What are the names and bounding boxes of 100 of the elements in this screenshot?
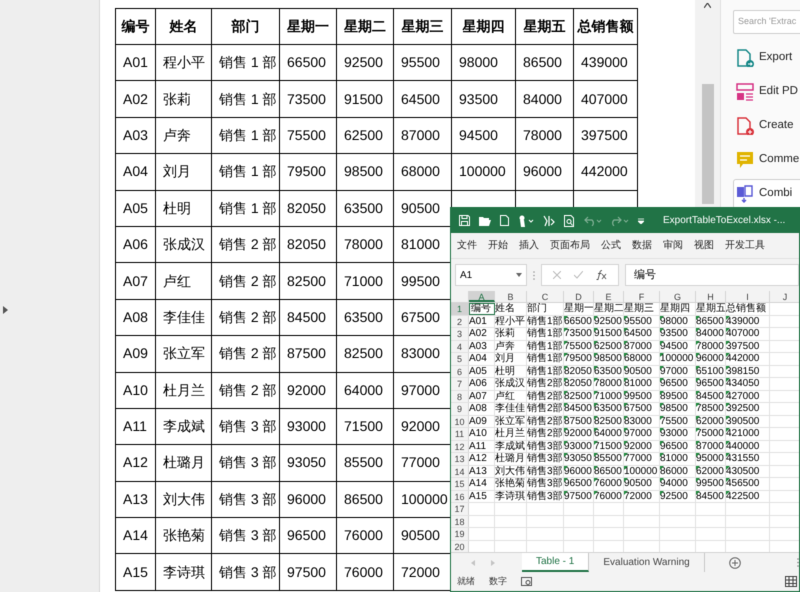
table-cell[interactable]: 98000 — [660, 316, 696, 327]
table-cell[interactable]: 62000 — [696, 416, 726, 427]
warning-triangle-icon[interactable] — [594, 428, 598, 432]
menu-item[interactable]: 插入 — [519, 238, 539, 253]
menu-item[interactable]: 公式 — [601, 238, 621, 253]
table-cell[interactable]: A05 — [469, 366, 495, 377]
warning-triangle-icon[interactable] — [726, 366, 730, 370]
row-header[interactable]: 4 — [451, 340, 469, 352]
warning-triangle-icon[interactable] — [726, 416, 730, 420]
warning-triangle-icon[interactable] — [696, 366, 700, 370]
table-cell[interactable]: 96500 — [696, 378, 726, 390]
table-cell[interactable]: 81000 — [660, 453, 696, 464]
column-header[interactable]: C — [527, 291, 564, 302]
table-cell[interactable]: A10 — [469, 428, 495, 440]
table-cell[interactable]: 62000 — [696, 466, 726, 477]
warning-triangle-icon[interactable] — [696, 403, 700, 407]
warning-triangle-icon[interactable] — [696, 390, 700, 394]
table-cell[interactable]: 456500 — [726, 478, 770, 490]
warning-triangle-icon[interactable] — [594, 390, 598, 394]
column-header[interactable]: A — [469, 291, 495, 302]
row-header[interactable]: 2 — [451, 316, 469, 327]
table-cell[interactable]: 84000 — [696, 328, 726, 340]
table-cell[interactable]: 68000 — [624, 353, 660, 364]
table-cell[interactable]: 82500 — [564, 390, 594, 402]
table-cell[interactable]: 63500 — [594, 366, 624, 377]
menu-item[interactable]: 页面布局 — [550, 238, 590, 253]
warning-triangle-icon[interactable] — [594, 316, 598, 320]
warning-triangle-icon[interactable] — [696, 466, 700, 470]
table-cell[interactable]: A12 — [469, 453, 495, 464]
tool-item[interactable]: Combi — [733, 179, 800, 209]
warning-triangle-icon[interactable] — [726, 478, 730, 482]
table-cell[interactable]: 93500 — [660, 328, 696, 340]
row-header[interactable]: 6 — [451, 366, 469, 377]
warning-triangle-icon[interactable] — [660, 390, 664, 394]
warning-triangle-icon[interactable] — [726, 490, 730, 494]
warning-triangle-icon[interactable] — [696, 428, 700, 432]
table-cell[interactable]: A13 — [469, 466, 495, 477]
table-cell[interactable]: 92500 — [660, 490, 696, 502]
row-header[interactable]: 20 — [451, 540, 469, 552]
warning-triangle-icon[interactable] — [660, 328, 664, 332]
warning-triangle-icon[interactable] — [660, 466, 664, 470]
table-cell[interactable]: 姓名 — [495, 303, 527, 314]
function-icon[interactable] — [596, 270, 608, 280]
row-header[interactable]: 17 — [451, 503, 469, 514]
scrollbar-thumb[interactable] — [702, 84, 714, 204]
table-cell[interactable]: 78000 — [696, 340, 726, 352]
table-cell[interactable]: 86500 — [696, 316, 726, 327]
warning-triangle-icon[interactable] — [726, 378, 730, 382]
table-cell[interactable]: 98500 — [660, 403, 696, 414]
table-cell[interactable]: A02 — [469, 328, 495, 340]
warning-triangle-icon[interactable] — [660, 366, 664, 370]
table-cell[interactable]: 75000 — [696, 428, 726, 440]
menu-item[interactable]: 数据 — [632, 238, 652, 253]
tool-item[interactable]: Create — [733, 111, 800, 141]
table-cell[interactable]: 82500 — [594, 416, 624, 427]
column-header[interactable]: J — [770, 291, 799, 302]
folder-icon[interactable] — [479, 216, 491, 226]
table-cell[interactable]: 92000 — [624, 440, 660, 452]
warning-triangle-icon[interactable] — [624, 440, 628, 444]
table-cell[interactable]: A09 — [469, 416, 495, 427]
table-cell[interactable]: 75500 — [660, 416, 696, 427]
table-cell[interactable]: 89500 — [660, 390, 696, 402]
table-cell[interactable]: 434050 — [726, 378, 770, 390]
tool-item[interactable]: Comme — [733, 145, 800, 175]
table-cell[interactable]: 78000 — [594, 378, 624, 390]
warning-triangle-icon[interactable] — [696, 478, 700, 482]
warning-triangle-icon[interactable] — [660, 403, 664, 407]
warning-triangle-icon[interactable] — [660, 490, 664, 494]
table-cell[interactable]: 87000 — [624, 340, 660, 352]
warning-triangle-icon[interactable] — [564, 440, 568, 444]
table-cell[interactable]: 75500 — [564, 340, 594, 352]
table-cell[interactable]: 86000 — [660, 466, 696, 477]
table-cell[interactable]: 431550 — [726, 453, 770, 464]
warning-triangle-icon[interactable] — [564, 428, 568, 432]
table-cell[interactable]: 100000 — [624, 466, 660, 477]
table-cell[interactable]: 79500 — [564, 353, 594, 364]
table-cell[interactable]: 张艳菊 — [495, 478, 527, 490]
warning-triangle-icon[interactable] — [594, 378, 598, 382]
warning-triangle-icon[interactable] — [696, 453, 700, 457]
row-header[interactable]: 15 — [451, 478, 469, 490]
row-header[interactable]: 8 — [451, 390, 469, 402]
warning-triangle-icon[interactable] — [660, 353, 664, 357]
table-cell[interactable]: 427000 — [726, 390, 770, 402]
column-header[interactable]: B — [495, 291, 527, 302]
table-cell[interactable]: 93050 — [564, 453, 594, 464]
table-cell[interactable]: A01 — [469, 316, 495, 327]
warning-triangle-icon[interactable] — [564, 453, 568, 457]
table-cell[interactable]: 84500 — [696, 390, 726, 402]
table-cell[interactable]: 96000 — [696, 353, 726, 364]
warning-triangle-icon[interactable] — [726, 328, 730, 332]
table-cell[interactable]: 97000 — [624, 428, 660, 440]
warning-triangle-icon[interactable] — [660, 478, 664, 482]
table-cell[interactable]: 72000 — [624, 490, 660, 502]
table-cell[interactable]: 87000 — [696, 440, 726, 452]
warning-triangle-icon[interactable] — [696, 416, 700, 420]
table-cell[interactable]: 98500 — [594, 353, 624, 364]
table-cell[interactable]: 76000 — [594, 478, 624, 490]
table-cell[interactable]: 81000 — [624, 378, 660, 390]
table-cell[interactable]: 397500 — [726, 340, 770, 352]
table-cell[interactable]: 65100 — [696, 366, 726, 377]
